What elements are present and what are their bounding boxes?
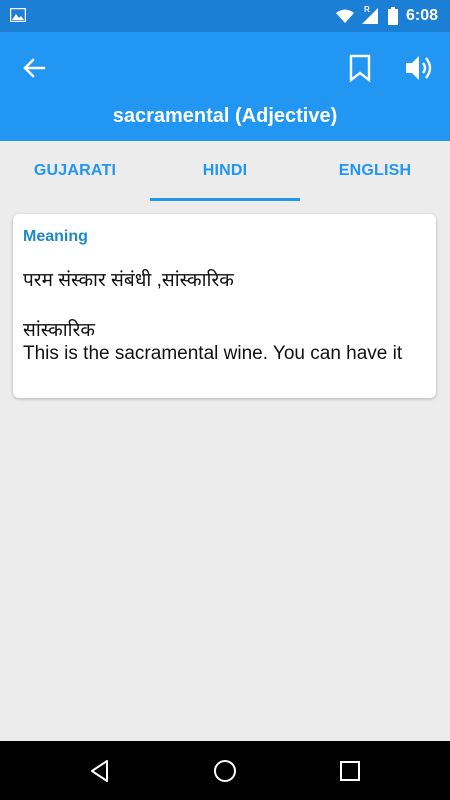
volume-icon[interactable]	[403, 52, 435, 84]
navigation-bar	[0, 741, 450, 800]
home-circle-icon[interactable]	[212, 758, 238, 784]
example-sentence: This is the sacramental wine. You can ha…	[23, 343, 403, 364]
meaning-heading: Meaning	[23, 228, 88, 245]
back-triangle-icon[interactable]	[87, 758, 113, 784]
tab-gujarati[interactable]: GUJARATI	[0, 141, 150, 201]
page-title: sacramental (Adjective)	[112, 105, 338, 127]
tab-english[interactable]: ENGLISH	[300, 141, 450, 201]
wifi-icon	[335, 9, 354, 23]
arrow-back-icon[interactable]	[20, 54, 48, 82]
app-bar: sacramental (Adjective)	[0, 32, 450, 141]
battery-icon	[387, 7, 398, 25]
status-time: 6:08	[405, 7, 438, 24]
network-badge: R	[363, 5, 370, 14]
tab-hindi[interactable]: HINDI	[150, 141, 300, 201]
status-bar: R 6:08	[0, 0, 450, 32]
language-tabs: GUJARATI HINDI ENGLISH	[0, 141, 450, 201]
translated-word: सांस्कारिक	[23, 320, 95, 341]
meaning-card: Meaning परम संस्कार संबंधी ,सांस्कारिक स…	[13, 214, 436, 398]
cell-signal-icon: R	[361, 5, 380, 24]
meaning-text: परम संस्कार संबंधी ,सांस्कारिक	[23, 270, 234, 291]
image-notification-icon	[10, 8, 26, 22]
recents-square-icon[interactable]	[337, 758, 363, 784]
bookmark-icon[interactable]	[347, 54, 373, 82]
